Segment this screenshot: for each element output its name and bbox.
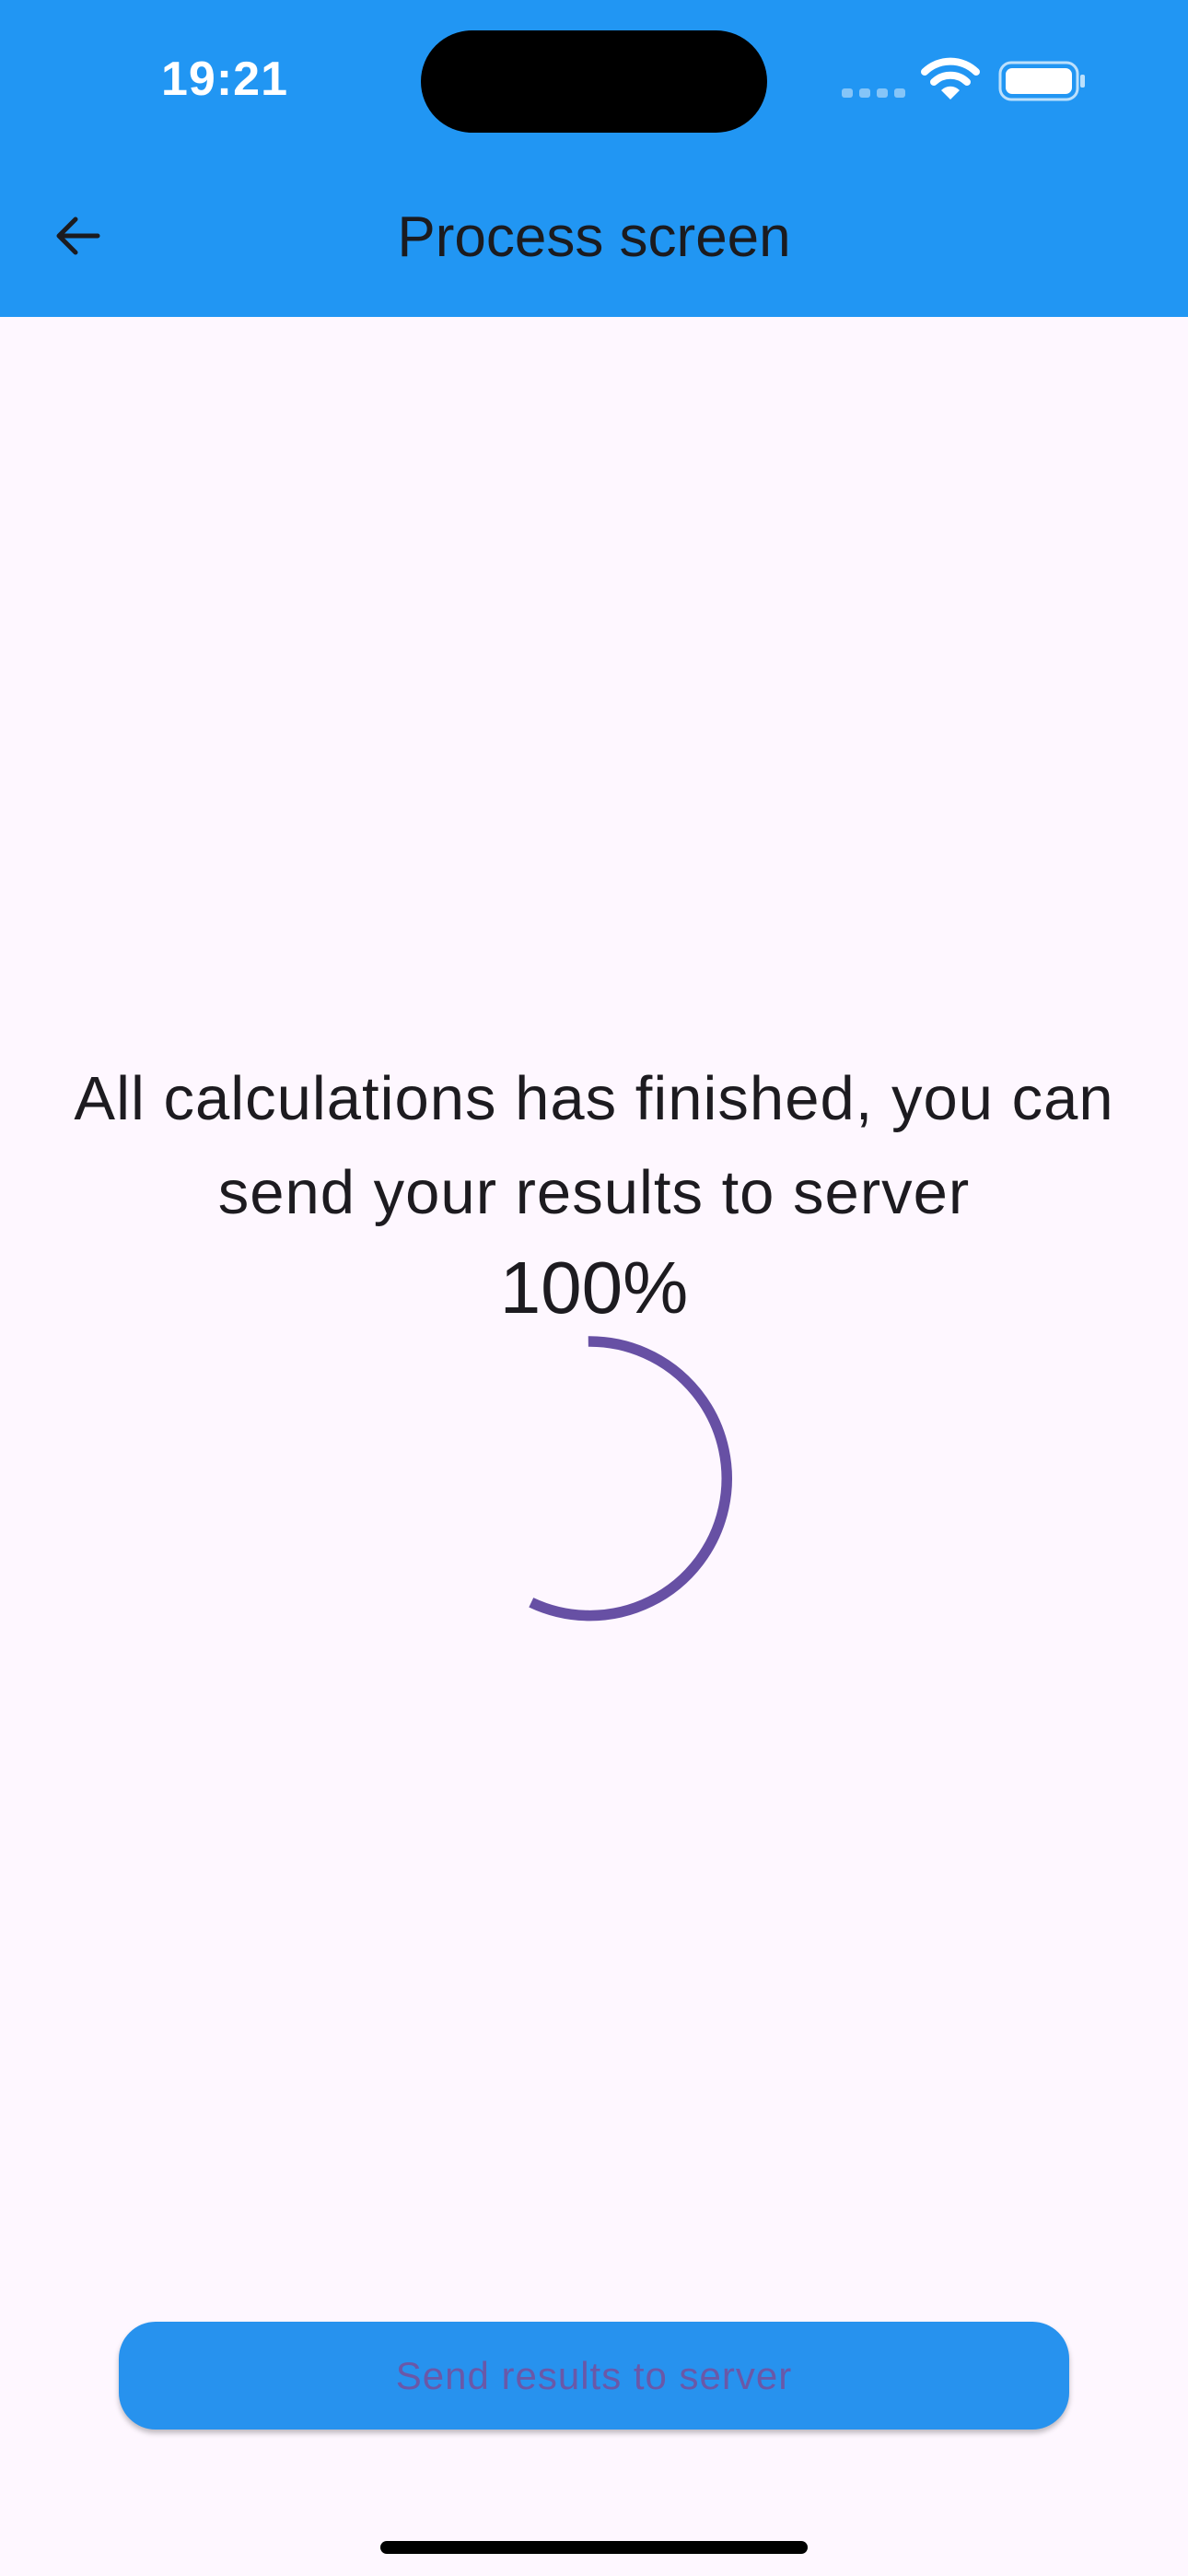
battery-icon: [998, 61, 1085, 101]
home-indicator: [380, 2541, 808, 2554]
send-results-button[interactable]: Send results to server: [119, 2322, 1069, 2430]
wifi-icon: [921, 57, 980, 100]
status-message: All calculations has finished, you can s…: [74, 1064, 1114, 1227]
app-bar: 19:21 Process screen: [0, 0, 1188, 317]
status-time: 19:21: [161, 53, 288, 106]
dynamic-island: [421, 30, 767, 133]
page-title: Process screen: [397, 205, 791, 269]
progress-spinner: [529, 1336, 732, 1622]
progress-percent: 100%: [499, 1247, 689, 1329]
signal-icon: [842, 88, 905, 98]
